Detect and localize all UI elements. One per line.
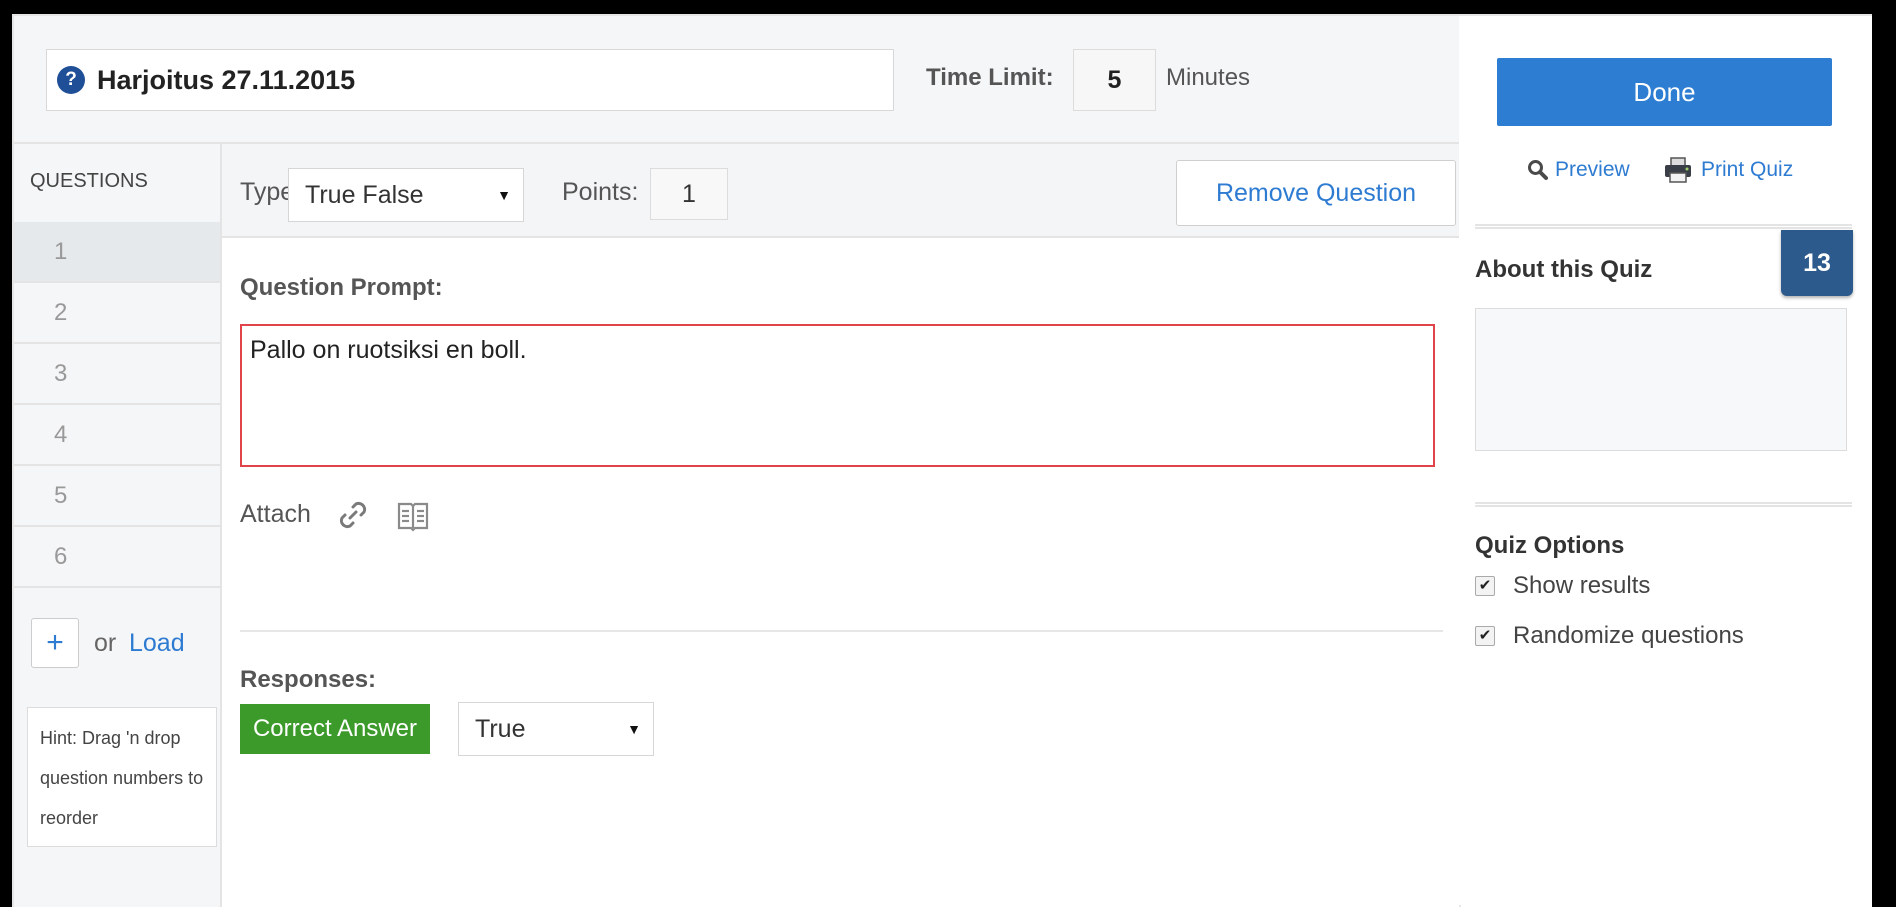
quiz-header: ? Harjoitus 27.11.2015 Time Limit: 5 Min…: [14, 16, 1459, 144]
load-questions-link[interactable]: Load: [129, 629, 185, 658]
preview-label: Preview: [1555, 158, 1630, 181]
print-quiz-link[interactable]: Print Quiz: [1663, 156, 1793, 184]
count-badge: 13: [1781, 230, 1853, 296]
quiz-settings-panel: Done Preview Print Quiz About this Quiz …: [1461, 16, 1872, 907]
time-limit-unit: Minutes: [1166, 64, 1251, 91]
question-number-item[interactable]: 1: [14, 222, 220, 283]
randomize-questions-checkbox[interactable]: ✔: [1475, 626, 1495, 646]
done-button[interactable]: Done: [1497, 58, 1832, 126]
correct-answer-value: True: [475, 714, 526, 743]
question-type-select[interactable]: True False ▼: [288, 168, 524, 222]
question-prompt-textarea[interactable]: Pallo on ruotsiksi en boll.: [240, 324, 1435, 467]
type-label: Type: [240, 178, 295, 206]
question-toolbar: Type True False ▼ Points: 1 Remove Quest…: [222, 144, 1459, 238]
time-limit-input[interactable]: 5: [1073, 49, 1156, 111]
attach-label: Attach: [240, 500, 311, 528]
about-quiz-label: About this Quiz: [1475, 256, 1653, 283]
panel-separator: [1475, 502, 1852, 507]
points-label: Points:: [562, 178, 639, 206]
about-quiz-textarea[interactable]: [1475, 308, 1847, 451]
time-limit-label: Time Limit:: [926, 64, 1054, 91]
question-type-value: True False: [305, 180, 424, 209]
chevron-down-icon: ▼: [497, 187, 511, 203]
correct-answer-badge: Correct Answer: [240, 704, 430, 754]
reorder-hint: Hint: Drag 'n drop question numbers to r…: [27, 707, 217, 847]
preview-link[interactable]: Preview: [1527, 158, 1630, 182]
printer-icon: [1665, 157, 1691, 183]
or-text: or: [94, 629, 117, 657]
quiz-options-label: Quiz Options: [1475, 532, 1625, 559]
points-input[interactable]: 1: [650, 168, 728, 220]
book-icon[interactable]: [394, 496, 432, 534]
quiz-title-field[interactable]: ? Harjoitus 27.11.2015: [46, 49, 894, 111]
link-icon[interactable]: [334, 496, 372, 534]
print-quiz-label: Print Quiz: [1701, 158, 1794, 181]
questions-heading: QUESTIONS: [30, 170, 148, 192]
question-number-list: 1 2 3 4 5 6: [14, 222, 220, 588]
question-number-item[interactable]: 2: [14, 283, 220, 344]
section-divider: [240, 630, 1443, 632]
search-icon: [1528, 160, 1548, 180]
correct-answer-select[interactable]: True ▼: [458, 702, 654, 756]
add-question-button[interactable]: +: [31, 618, 79, 668]
chevron-down-icon: ▼: [627, 721, 641, 737]
question-number-item[interactable]: 5: [14, 466, 220, 527]
question-number-item[interactable]: 4: [14, 405, 220, 466]
panel-separator: [1475, 224, 1852, 229]
question-prompt-label: Question Prompt:: [240, 274, 443, 301]
quiz-title-text: Harjoitus 27.11.2015: [97, 64, 356, 95]
question-number-item[interactable]: 6: [14, 527, 220, 588]
randomize-questions-option[interactable]: ✔ Randomize questions: [1475, 622, 1744, 650]
quiz-editor-window: ? Harjoitus 27.11.2015 Time Limit: 5 Min…: [12, 14, 1872, 907]
question-icon: ?: [57, 66, 85, 94]
show-results-checkbox[interactable]: ✔: [1475, 576, 1495, 596]
responses-label: Responses:: [240, 666, 377, 693]
show-results-option[interactable]: ✔ Show results: [1475, 572, 1650, 600]
question-editor: Type True False ▼ Points: 1 Remove Quest…: [222, 144, 1459, 907]
questions-sidebar: QUESTIONS 1 2 3 4 5 6 + or Load Hint: Dr…: [14, 144, 222, 907]
question-number-item[interactable]: 3: [14, 344, 220, 405]
randomize-questions-label: Randomize questions: [1513, 622, 1744, 649]
remove-question-button[interactable]: Remove Question: [1176, 160, 1456, 226]
show-results-label: Show results: [1513, 572, 1651, 599]
